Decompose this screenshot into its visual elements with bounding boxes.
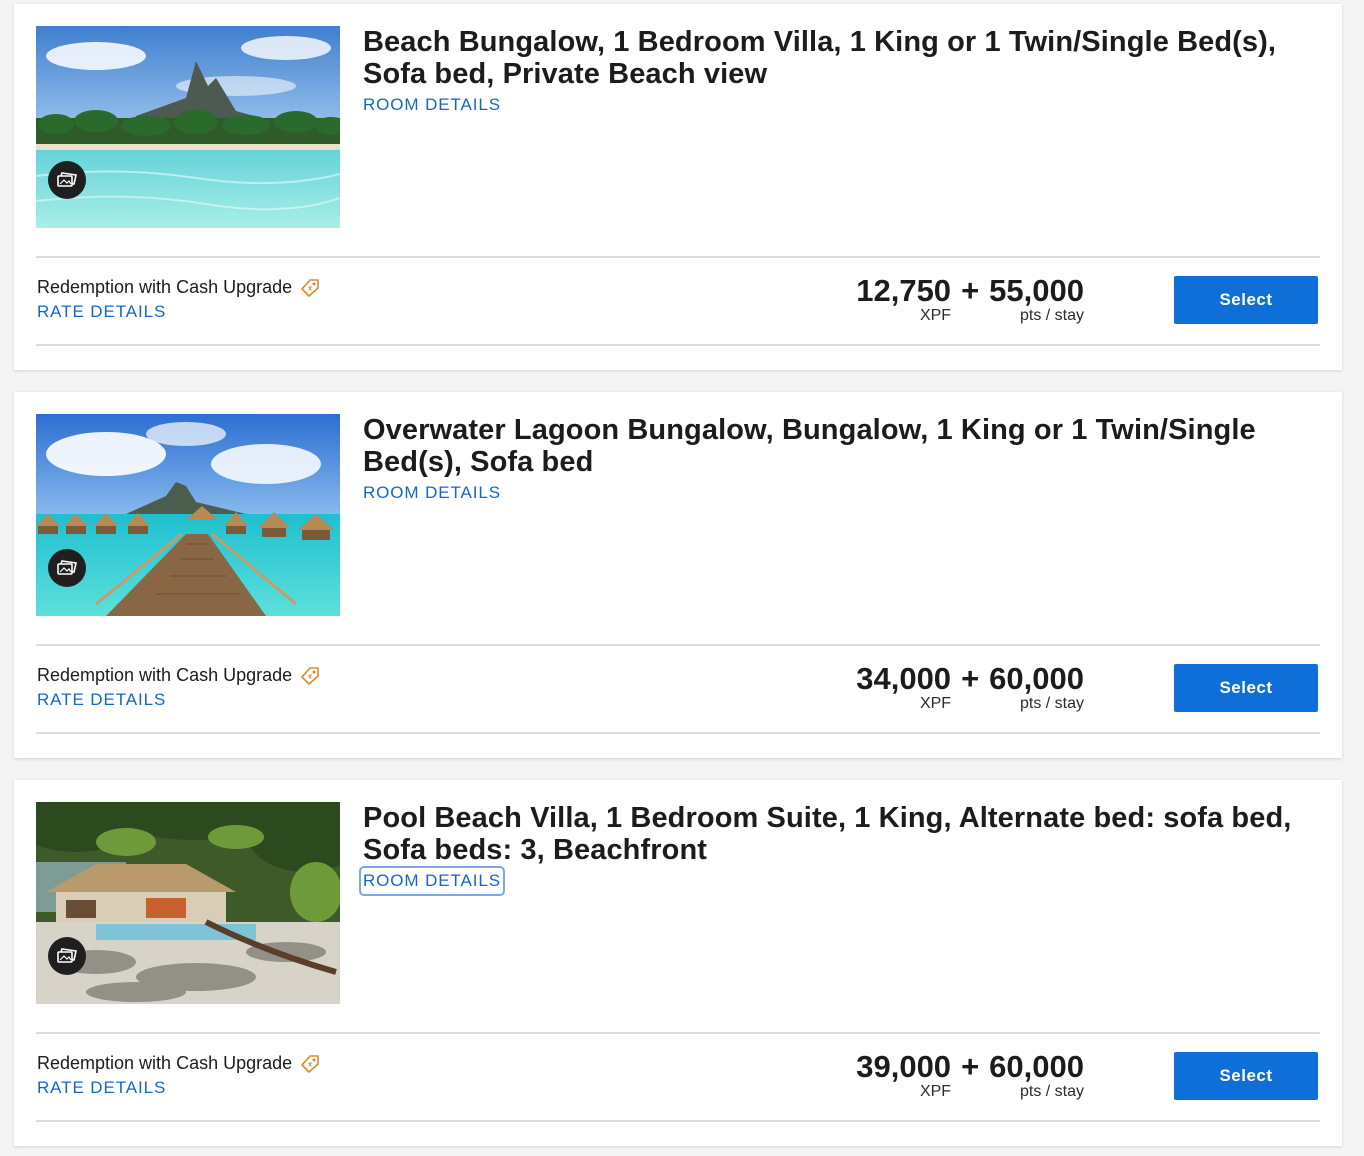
points-amount: 55,000 (989, 273, 1084, 308)
rate-name: Redemption with Cash Upgrade (37, 665, 320, 686)
divider (36, 1032, 1320, 1034)
rate-name: Redemption with Cash Upgrade (37, 277, 320, 298)
room-details-link[interactable]: ROOM DETAILS (358, 866, 506, 896)
rate-details-link[interactable]: RATE DETAILS (37, 690, 166, 710)
rate-name: Redemption with Cash Upgrade (37, 1053, 320, 1074)
gallery-icon (57, 172, 77, 187)
plus-sign: + (961, 1049, 980, 1084)
plus-sign: + (961, 273, 980, 308)
room-details-link[interactable]: ROOM DETAILS (363, 482, 501, 504)
rate-name-label: Redemption with Cash Upgrade (37, 277, 293, 297)
cash-amount: 39,000 (856, 1049, 952, 1084)
divider (36, 732, 1320, 734)
room-card: Overwater Lagoon Bungalow, Bungalow, 1 K… (14, 392, 1342, 758)
points-unit: pts / stay (1019, 695, 1084, 712)
rate-name-label: Redemption with Cash Upgrade (37, 665, 293, 685)
points-unit: pts / stay (1019, 307, 1084, 324)
room-card: Beach Bungalow, 1 Bedroom Villa, 1 King … (14, 4, 1342, 370)
divider (36, 644, 1320, 646)
divider (36, 1120, 1320, 1122)
points-amount: 60,000 (989, 661, 1084, 696)
cash-unit: XPF (919, 695, 952, 712)
points-unit: pts / stay (1019, 1083, 1084, 1100)
room-photo-pool-beach-villa[interactable] (36, 802, 340, 1004)
divider (36, 256, 1320, 258)
room-photo-beach-bungalow[interactable] (36, 26, 340, 228)
rate-details-link[interactable]: RATE DETAILS (37, 1078, 166, 1098)
cash-amount: 34,000 (856, 661, 952, 696)
room-details-link[interactable]: ROOM DETAILS (363, 94, 501, 116)
rate-name-label: Redemption with Cash Upgrade (37, 1053, 293, 1073)
gallery-icon (57, 560, 77, 575)
price: 39,000 XPF + 60,000 pts / stay (856, 1050, 1084, 1101)
gallery-button[interactable] (48, 937, 86, 975)
select-button[interactable]: Select (1174, 664, 1318, 712)
offer-tag-icon (301, 278, 319, 297)
points-amount: 60,000 (989, 1049, 1084, 1084)
rate-details-link[interactable]: RATE DETAILS (37, 302, 166, 322)
gallery-button[interactable] (48, 549, 86, 587)
divider (36, 344, 1320, 346)
offer-tag-icon (301, 666, 319, 685)
room-photo-image (36, 414, 340, 616)
cash-amount: 12,750 (856, 273, 952, 308)
select-button[interactable]: Select (1174, 276, 1318, 324)
gallery-icon (57, 948, 77, 963)
cash-unit: XPF (919, 307, 952, 324)
room-photo-image (36, 26, 340, 228)
select-button[interactable]: Select (1174, 1052, 1318, 1100)
price: 34,000 XPF + 60,000 pts / stay (856, 662, 1084, 713)
room-photo-image (36, 802, 340, 1004)
room-title: Pool Beach Villa, 1 Bedroom Suite, 1 Kin… (363, 802, 1292, 866)
plus-sign: + (961, 661, 980, 696)
room-title: Beach Bungalow, 1 Bedroom Villa, 1 King … (363, 26, 1277, 90)
cash-unit: XPF (919, 1083, 952, 1100)
room-photo-overwater-bungalow[interactable] (36, 414, 340, 616)
offer-tag-icon (301, 1054, 319, 1073)
gallery-button[interactable] (48, 161, 86, 199)
price: 12,750 XPF + 55,000 pts / stay (856, 274, 1084, 325)
room-title: Overwater Lagoon Bungalow, Bungalow, 1 K… (363, 414, 1256, 478)
room-card: Pool Beach Villa, 1 Bedroom Suite, 1 Kin… (14, 780, 1342, 1146)
